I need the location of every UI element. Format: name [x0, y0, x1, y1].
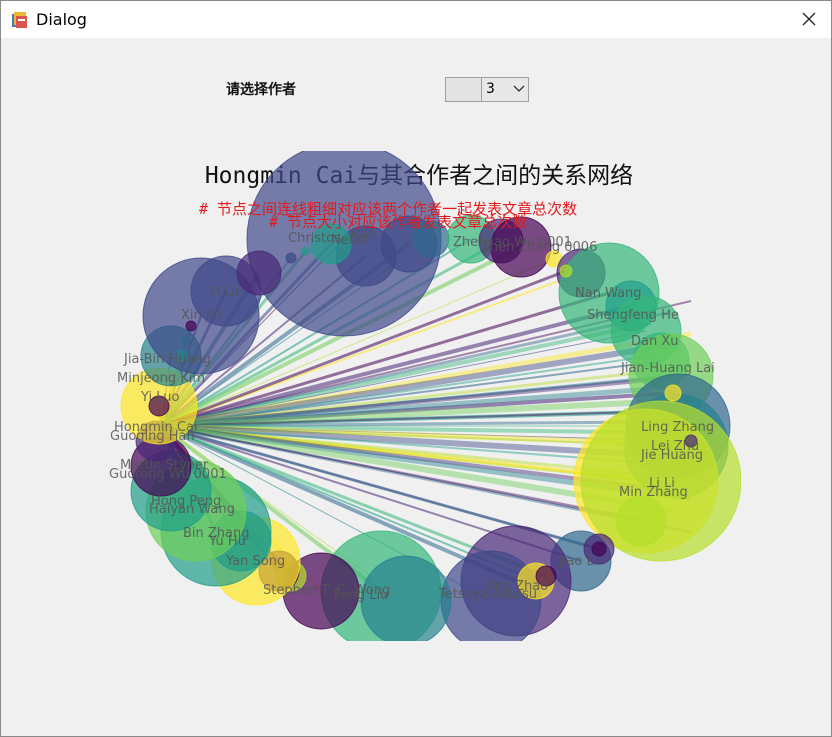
- node-size-note: # 节点大小对应该作者发表文章总次数: [269, 213, 528, 231]
- chevron-down-icon: [513, 85, 525, 92]
- node-label: Jian-Huang Lai: [620, 361, 715, 376]
- network-node: [615, 495, 667, 547]
- network-node: [559, 264, 573, 278]
- network-node: [664, 384, 682, 402]
- node-label: Ling Zhang: [641, 420, 714, 435]
- author-select-label: 请选择作者: [226, 82, 296, 98]
- node-label: Tetsuya Akutsu: [438, 587, 537, 602]
- dialog-window: Dialog 请选择作者 3 Hongmin Cai与其合作者之间的关系网络 C…: [0, 0, 832, 737]
- network-node: [181, 336, 191, 346]
- network-node: [285, 252, 297, 264]
- select-field-area: [446, 78, 482, 101]
- node-label: Zhen Zhang 0006: [481, 240, 597, 255]
- close-icon: [802, 12, 816, 26]
- node-label: Yan Song: [225, 554, 285, 569]
- node-label: Jia-Bin Huang: [123, 352, 211, 367]
- node-label: Shengfeng He: [587, 308, 679, 323]
- node-label: Yi Luo: [140, 390, 179, 405]
- network-node: [301, 246, 311, 256]
- node-label: Nan Wang: [575, 286, 642, 301]
- node-label: Min Zhang: [619, 485, 688, 500]
- node-label: Xin Jin: [181, 308, 222, 323]
- select-value: 3: [486, 81, 495, 97]
- window-title: Dialog: [36, 10, 87, 29]
- app-icon: [10, 10, 30, 30]
- node-label: Dan Xu: [631, 334, 679, 349]
- node-label: Hongmin Cai: [114, 420, 198, 435]
- close-button[interactable]: [787, 1, 831, 38]
- node-label: Bin Zhang: [183, 526, 250, 541]
- node-label: Martin Styner: [120, 458, 209, 473]
- node-label: Stephen T.-C. Wong: [263, 583, 390, 598]
- node-label: Jie Huang: [640, 448, 703, 463]
- node-label: Yi Lin: [208, 285, 243, 300]
- node-label: Minjeong Kim: [117, 371, 205, 386]
- author-select[interactable]: 3: [445, 77, 529, 102]
- title-bar: Dialog: [1, 1, 831, 38]
- node-label: Hong Peng: [151, 494, 221, 509]
- node-label: Jiao Li: [558, 554, 597, 569]
- network-node: [236, 250, 282, 296]
